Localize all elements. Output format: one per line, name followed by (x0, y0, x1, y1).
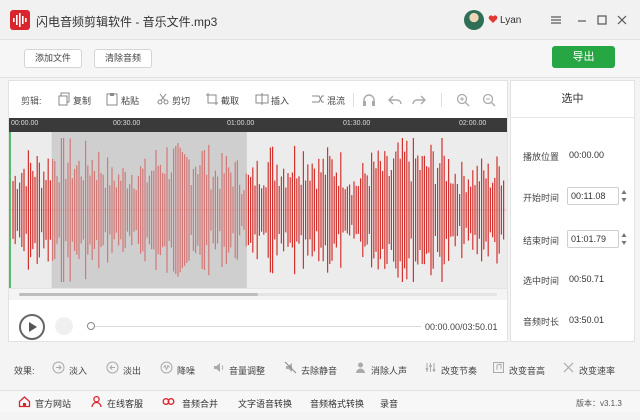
support-person-icon (91, 395, 102, 408)
waveform[interactable] (9, 132, 507, 288)
volume-adjust-label: 音量调整 (229, 366, 266, 376)
toolbar-divider (441, 93, 442, 107)
clear-audio-button[interactable]: 清除音频 (94, 49, 153, 68)
play-position-value: 00:00.00 (569, 150, 605, 160)
copy-label: 复制 (73, 96, 92, 106)
online-support-label: 在线客服 (107, 399, 144, 409)
app-logo-icon (10, 10, 30, 30)
remove-vocals-label: 消除人声 (371, 366, 408, 376)
mix-label: 混流 (327, 96, 346, 106)
tick-label: 00:30.00 (113, 120, 141, 127)
effects-bar: 效果: 淡入 淡出 降噪 音量调整 去除静音 消除人声 改变节奏 改变音高 改变… (0, 356, 640, 382)
paste-label: 粘贴 (121, 96, 140, 106)
close-icon[interactable] (614, 12, 630, 28)
bottom-bar: 官方网站 在线客服 音频合并 文字语音转换 音频格式转换 录音 版本：v3.1.… (0, 390, 640, 412)
speaker-icon (214, 363, 224, 372)
fade-out-icon (106, 361, 119, 374)
zoom-in-icon[interactable] (455, 92, 471, 108)
action-bar: 添加文件 清除音频 导出 (0, 40, 640, 78)
edit-toolbar: 剪辑: 复制 粘贴 剪切 截取 插入 混流 (9, 81, 507, 118)
noise-reduction-icon (160, 361, 173, 374)
heart-badge-icon (488, 15, 498, 23)
tempo-icon (425, 363, 436, 372)
editor-panel: 剪辑: 复制 粘贴 剪切 截取 插入 混流 00:00.00 00:30.00 … (8, 80, 508, 342)
scissors-icon (157, 93, 169, 105)
window-title: 闪电音频剪辑软件 - 音乐文件.mp3 (36, 15, 218, 29)
playback-time: 00:00.00/03:50.01 (425, 322, 498, 332)
play-icon (29, 322, 37, 332)
insert-icon (255, 93, 269, 105)
waveform-area[interactable] (9, 132, 507, 288)
volume-icon[interactable] (55, 317, 73, 335)
scroll-thumb[interactable] (19, 293, 258, 296)
panel-title: 选中 (511, 81, 634, 118)
toolbar-divider (353, 93, 354, 107)
end-time-label: 结束时间 (523, 236, 560, 246)
start-time-label: 开始时间 (523, 193, 560, 203)
edit-label: 剪辑: (21, 96, 42, 106)
person-icon (356, 362, 365, 373)
duration-label: 音频时长 (523, 317, 560, 327)
crop-icon (206, 93, 218, 105)
rate-icon (563, 362, 574, 373)
copy-icon (58, 92, 70, 106)
headphones-icon[interactable] (361, 92, 377, 108)
redo-icon[interactable] (411, 92, 427, 108)
fade-out-label: 淡出 (123, 366, 142, 376)
change-pitch-label: 改变音高 (509, 366, 546, 376)
effects-label: 效果: (14, 366, 35, 376)
user-name[interactable]: Lyan (500, 15, 521, 26)
mute-icon (284, 361, 297, 374)
fade-in-icon (52, 361, 65, 374)
playback-bar: 00:00.00/03:50.01 (9, 301, 507, 341)
version-label: 版本：v3.1.3 (576, 399, 622, 408)
change-tempo-label: 改变节奏 (441, 366, 478, 376)
undo-icon[interactable] (387, 92, 403, 108)
tick-label: 01:00.00 (227, 120, 255, 127)
start-time-spinner-icon[interactable] (621, 189, 627, 203)
avatar[interactable] (464, 10, 484, 30)
home-icon (18, 396, 31, 408)
play-button[interactable] (19, 314, 45, 340)
pitch-icon (493, 362, 504, 373)
fade-in-label: 淡入 (69, 366, 88, 376)
minimize-icon[interactable] (574, 12, 590, 28)
end-time-spinner-icon[interactable] (621, 232, 627, 246)
maximize-icon[interactable] (594, 12, 610, 28)
menu-icon[interactable] (548, 12, 564, 28)
selected-time-value: 00:50.71 (569, 274, 605, 284)
zoom-out-icon[interactable] (481, 92, 497, 108)
insert-label: 插入 (271, 96, 290, 106)
merge-icon (162, 398, 175, 405)
scroll-track[interactable] (19, 293, 497, 296)
noise-reduction-label: 降噪 (177, 366, 196, 376)
text-to-speech-label: 文字语音转换 (238, 399, 293, 409)
crop-label: 截取 (221, 96, 240, 106)
format-convert-label: 音频格式转换 (310, 399, 365, 409)
play-position-label: 播放位置 (523, 152, 560, 162)
remove-silence-label: 去除静音 (301, 366, 338, 376)
add-file-button[interactable]: 添加文件 (24, 49, 83, 68)
tick-label: 00:00.00 (11, 120, 39, 127)
paste-icon (106, 93, 118, 106)
start-time-input[interactable]: 00:11.08 (567, 187, 619, 205)
cut-label: 剪切 (172, 96, 191, 106)
export-button[interactable]: 导出 (552, 46, 615, 68)
mix-icon (312, 95, 324, 103)
selection-panel: 选中 播放位置 00:00.00 开始时间 00:11.08 结束时间 01:0… (510, 80, 635, 342)
record-label: 录音 (380, 399, 399, 409)
tick-label: 01:30.00 (343, 120, 371, 127)
duration-value: 03:50.01 (569, 315, 605, 325)
end-time-input[interactable]: 01:01.79 (567, 230, 619, 248)
playback-progress-knob[interactable] (87, 322, 95, 330)
tick-label: 02:00.00 (459, 120, 487, 127)
horizontal-scrollbar[interactable] (9, 288, 507, 300)
official-website-label: 官方网站 (35, 399, 72, 409)
timeline-ruler[interactable]: 00:00.00 00:30.00 01:00.00 01:30.00 02:0… (9, 118, 507, 132)
audio-merge-label: 音频合并 (182, 399, 219, 409)
selected-time-label: 选中时间 (523, 276, 560, 286)
title-bar: 闪电音频剪辑软件 - 音乐文件.mp3 Lyan (0, 0, 640, 40)
change-rate-label: 改变速率 (579, 366, 616, 376)
playback-progress-track[interactable] (91, 326, 421, 327)
